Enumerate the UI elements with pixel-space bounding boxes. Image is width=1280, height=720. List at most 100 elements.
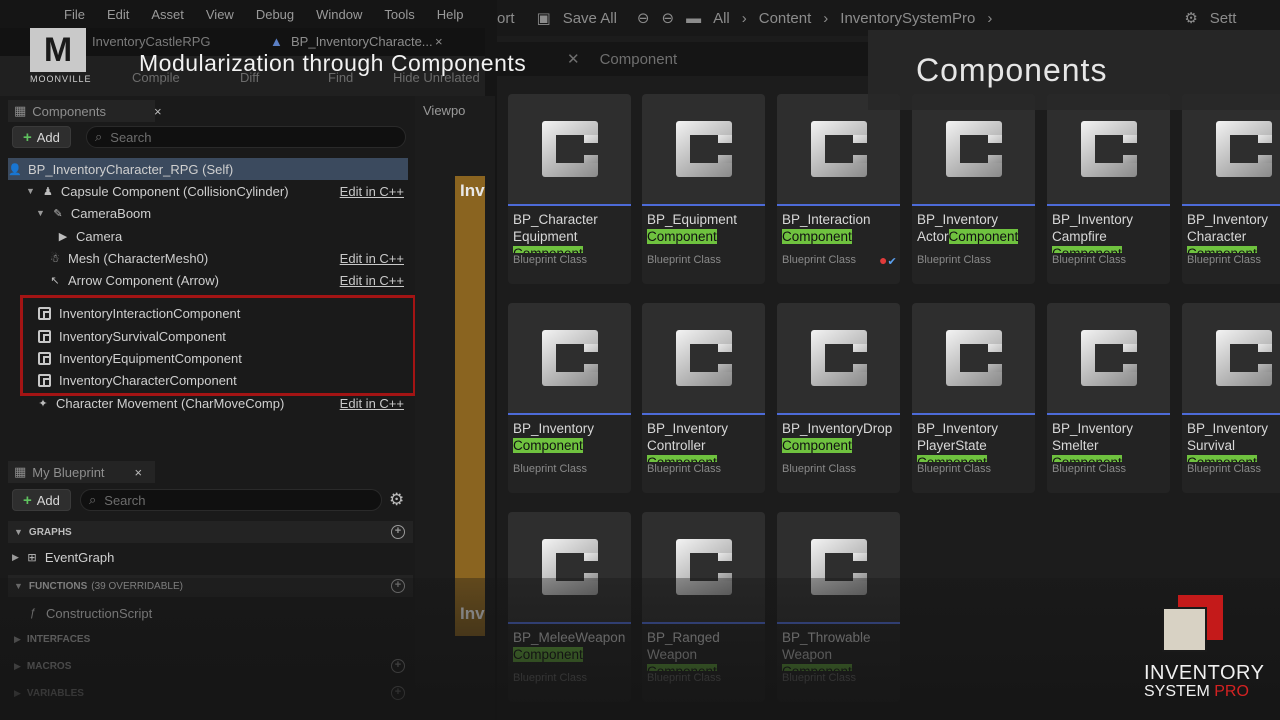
tree-item-mesh[interactable]: ☃ Mesh (CharacterMesh0) Edit in C++ [8, 247, 408, 269]
components-add-button[interactable]: + Add [12, 126, 71, 148]
menu-edit[interactable]: Edit [107, 7, 129, 22]
component-class-icon [541, 539, 598, 595]
add-label: Add [36, 492, 60, 508]
asset-name: BP_InventoryDrop Component [782, 421, 893, 453]
menu-tools[interactable]: Tools [384, 7, 414, 22]
tab-bp-inventory-character[interactable]: BP_InventoryCharacte... [291, 34, 433, 49]
edit-in-cpp-link[interactable]: Edit in C++ [340, 184, 404, 199]
expand-arrow-icon[interactable]: ▼ [36, 208, 45, 218]
asset-tile[interactable]: BP_Inventory Component Blueprint Class [508, 303, 631, 493]
expand-arrow-icon[interactable]: ▼ [26, 186, 35, 196]
asset-class-label: Blueprint Class [513, 254, 587, 266]
asset-type-bar [1182, 204, 1280, 206]
asset-class-label: Blueprint Class [1187, 463, 1261, 475]
function-icon: ƒ [29, 607, 37, 619]
component-class-icon [810, 121, 867, 177]
menu-asset[interactable]: Asset [151, 7, 184, 22]
my-blueprint-tab[interactable]: ▦ My Blueprint × [14, 460, 142, 484]
tree-item-character-movement[interactable]: ✦ Character Movement (CharMoveComp) Edit… [8, 392, 408, 414]
interfaces-section[interactable]: ▶ INTERFACES [8, 628, 413, 650]
asset-tile[interactable]: BP_Interaction Component Blueprint Class ●… [777, 94, 900, 284]
search-icon: ⌕ [95, 129, 103, 144]
graph-icon: ⊞ [27, 551, 37, 564]
menu-debug[interactable]: Debug [256, 7, 294, 22]
asset-tile[interactable]: BP_Character Equipment ComponentBlueprin… [508, 94, 631, 284]
asset-tile[interactable]: BP_Throwable Weapon ComponentBlueprint C… [777, 512, 900, 702]
menu-view[interactable]: View [206, 7, 234, 22]
add-graph-icon[interactable]: + [391, 525, 405, 539]
variables-section[interactable]: ▶ VARIABLES + [8, 682, 413, 704]
clear-search-icon[interactable]: ✕ [567, 50, 580, 68]
close-icon[interactable]: × [135, 465, 143, 480]
search-filter-bar[interactable]: ✕ Component [497, 42, 877, 76]
asset-tile[interactable]: BP_Inventory Campfire ComponentBlueprint… [1047, 94, 1170, 284]
tree-item-camera[interactable]: ▶ Camera [8, 225, 408, 247]
component-class-icon [1215, 330, 1272, 386]
back-icon[interactable]: ⊖ [637, 9, 650, 27]
asset-type-bar [642, 204, 765, 206]
tree-label: CameraBoom [70, 205, 152, 221]
close-icon[interactable]: × [154, 104, 162, 119]
settings-button[interactable]: Sett [1210, 10, 1237, 27]
blueprint-add-button[interactable]: + Add [12, 489, 71, 511]
edit-in-cpp-link[interactable]: Edit in C++ [340, 273, 404, 288]
tree-item-capsule[interactable]: ▼ ♟ Capsule Component (CollisionCylinder… [8, 180, 408, 202]
components-search-input[interactable]: ⌕ Search [86, 126, 406, 148]
add-variable-icon[interactable]: + [391, 686, 405, 700]
component-class-icon [810, 539, 867, 595]
graphs-section[interactable]: ▼ GRAPHS + [8, 521, 413, 543]
add-function-icon[interactable]: + [391, 579, 405, 593]
expand-arrow-icon: ▶ [14, 660, 21, 671]
breadcrumb-content[interactable]: Content [759, 10, 812, 27]
asset-thumbnail [642, 303, 765, 413]
functions-section[interactable]: ▼ FUNCTIONS (39 OVERRIDABLE) + [8, 575, 413, 597]
asset-tile[interactable]: BP_Ranged Weapon ComponentBlueprint Clas… [642, 512, 765, 702]
component-class-icon [675, 121, 732, 177]
asset-tile[interactable]: BP_Inventory PlayerState ComponentBluepr… [912, 303, 1035, 493]
brand-system: SYSTEM [1144, 683, 1215, 700]
breadcrumb-all[interactable]: All [713, 10, 730, 27]
component-class-icon [675, 330, 732, 386]
viewport-tab[interactable]: Viewpo [423, 103, 465, 118]
functions-count: (39 OVERRIDABLE) [91, 580, 183, 592]
settings-icon[interactable]: ⚙ [1184, 9, 1197, 27]
tree-item-cameraboom[interactable]: ▼ ✎ CameraBoom [8, 202, 408, 224]
asset-tile[interactable]: BP_Inventory Smelter ComponentBlueprint … [1047, 303, 1170, 493]
components-tab[interactable]: ▦ Components × [14, 99, 162, 123]
forward-icon[interactable]: ⊖ [661, 9, 674, 27]
interfaces-label: INTERFACES [26, 633, 91, 645]
asset-thumbnail [912, 303, 1035, 413]
asset-tile[interactable]: BP_Inventory Controller ComponentBluepri… [642, 303, 765, 493]
tab-castle-rpg[interactable]: InventoryCastleRPG [92, 34, 211, 49]
asset-tile[interactable]: BP_Inventory Survival ComponentBlueprint… [1182, 303, 1280, 493]
asset-tile[interactable]: BP_Inventory Character ComponentBlueprin… [1182, 94, 1280, 284]
event-graph-item[interactable]: ▶ ⊞ EventGraph [8, 546, 408, 568]
add-macro-icon[interactable]: + [391, 659, 405, 673]
menu-help[interactable]: Help [437, 7, 464, 22]
menu-window[interactable]: Window [316, 7, 362, 22]
component-class-icon [1080, 330, 1137, 386]
gear-icon[interactable]: ⚙ [389, 490, 404, 510]
graph-node[interactable] [455, 176, 485, 636]
blueprint-search-input[interactable]: ⌕ Search [80, 489, 382, 511]
construction-script-item[interactable]: ƒ ConstructionScript [8, 602, 408, 624]
asset-tile[interactable]: BP_Equipment Component Blueprint Class [642, 94, 765, 284]
my-blueprint-tab-label: My Blueprint [32, 464, 105, 480]
component-class-icon [541, 330, 598, 386]
tree-item-arrow[interactable]: ↖ Arrow Component (Arrow) Edit in C++ [8, 269, 408, 291]
edit-in-cpp-link[interactable]: Edit in C++ [340, 251, 404, 266]
asset-tile[interactable]: BP_Inventory ActorComponent Blueprint Cla… [912, 94, 1035, 284]
save-all-button[interactable]: Save All [563, 10, 617, 27]
breadcrumb-inventory-system-pro[interactable]: InventorySystemPro [840, 10, 975, 27]
tab-close-icon[interactable]: × [435, 34, 443, 49]
asset-thumbnail [508, 512, 631, 622]
edit-in-cpp-link[interactable]: Edit in C++ [340, 396, 404, 411]
asset-tile[interactable]: BP_InventoryDrop Component Blueprint Clas… [777, 303, 900, 493]
asset-thumbnail [1182, 94, 1280, 204]
macros-section[interactable]: ▶ MACROS + [8, 655, 413, 677]
component-class-icon [1215, 121, 1272, 177]
asset-tile[interactable]: BP_MeleeWeapon Component Blueprint Class [508, 512, 631, 702]
menu-file[interactable]: File [64, 7, 85, 22]
tree-item-self[interactable]: 👤 BP_InventoryCharacter_RPG (Self) [8, 158, 408, 180]
add-label: Add [36, 129, 60, 145]
